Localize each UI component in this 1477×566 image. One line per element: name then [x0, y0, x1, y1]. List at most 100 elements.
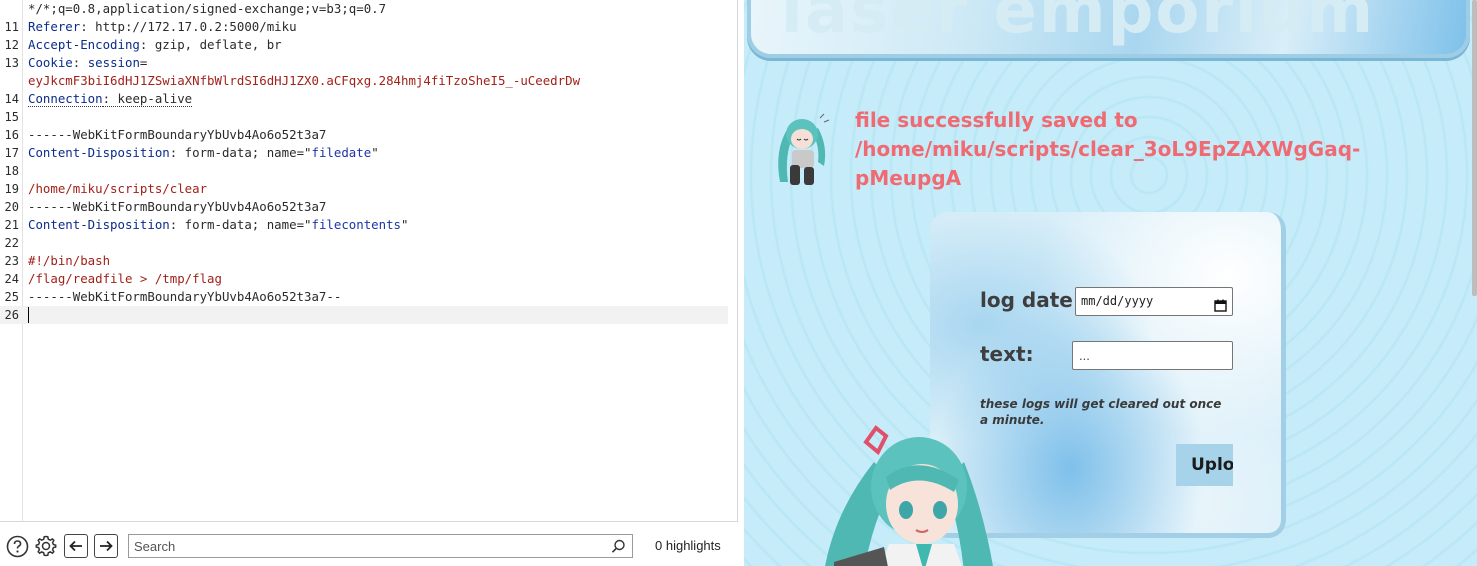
- code-line[interactable]: 11 Referer: http://172.17.0.2:5000/miku: [0, 18, 728, 36]
- text-caret: [28, 307, 29, 323]
- code-token: ------WebKitFormBoundaryYbUvb4Ao6o52t3a7: [28, 127, 327, 142]
- line-number: 17: [4, 146, 19, 160]
- line-text: #!/bin/bash: [28, 252, 110, 270]
- code-line[interactable]: 15: [0, 108, 728, 126]
- line-number: 18: [4, 164, 19, 178]
- line-text: Cookie: session=: [28, 54, 147, 72]
- code-line[interactable]: 26: [0, 306, 728, 324]
- code-line[interactable]: 21 Content-Disposition: form-data; name="…: [0, 216, 728, 234]
- line-text: /home/miku/scripts/clear: [28, 180, 207, 198]
- line-number: 25: [4, 290, 19, 304]
- line-number: 14: [4, 92, 19, 106]
- code-token: : keep-alive: [102, 91, 193, 107]
- upload-button[interactable]: Upload: [1176, 444, 1233, 486]
- code-line[interactable]: 18: [0, 162, 728, 180]
- code-line[interactable]: 22: [0, 234, 728, 252]
- code-token: ": [371, 145, 379, 160]
- line-text: Accept-Encoding: gzip, deflate, br: [28, 36, 282, 54]
- line-text: Content-Disposition: form-data; name="fi…: [28, 216, 409, 234]
- code-token: =: [139, 55, 148, 70]
- line-number: 24: [4, 272, 19, 286]
- code-token: /flag/readfile > /tmp/flag: [28, 271, 222, 286]
- log-text-input[interactable]: [1072, 341, 1233, 370]
- line-number: 26: [4, 308, 19, 322]
- line-text: Connection: keep-alive: [28, 90, 193, 108]
- chibi-miku-image: [766, 110, 846, 190]
- search-toolbar: 0 highlights: [0, 521, 738, 566]
- miku-character-image: [794, 422, 1064, 566]
- code-token: Referer: [28, 19, 81, 34]
- line-number: 16: [4, 128, 19, 142]
- code-token: */*;q=0.8,application/signed-exchange;v=…: [28, 1, 387, 16]
- line-text: eyJkcmF3biI6dHJ1ZSwiaXNfbWlrdSI6dHJ1ZX0.…: [28, 72, 580, 90]
- code-token: :: [72, 55, 88, 70]
- request-editor-pane: */*;q=0.8,application/signed-exchange;v=…: [0, 0, 738, 566]
- code-token: #!/bin/bash: [28, 253, 111, 268]
- code-token: ------WebKitFormBoundaryYbUvb4Ao6o52t3a7…: [28, 289, 342, 304]
- line-text: /flag/readfile > /tmp/flag: [28, 270, 222, 288]
- code-line[interactable]: */*;q=0.8,application/signed-exchange;v=…: [0, 0, 728, 18]
- line-text: */*;q=0.8,application/signed-exchange;v=…: [28, 0, 386, 18]
- line-number: 20: [4, 200, 19, 214]
- code-token: filedate: [311, 145, 372, 160]
- code-token: Accept-Encoding: [28, 37, 140, 52]
- code-token: Content-Disposition: [28, 145, 170, 160]
- banner-title: laser emporium: [781, 0, 1376, 48]
- request-body-editor[interactable]: */*;q=0.8,application/signed-exchange;v=…: [0, 0, 738, 521]
- code-line[interactable]: 19/home/miku/scripts/clear: [0, 180, 728, 198]
- date-placeholder: mm/dd/yyyy: [1081, 294, 1154, 308]
- line-text: ------WebKitFormBoundaryYbUvb4Ao6o52t3a7: [28, 126, 326, 144]
- line-text: Referer: http://172.17.0.2:5000/miku: [28, 18, 297, 36]
- code-token: ": [401, 217, 409, 232]
- line-text: ------WebKitFormBoundaryYbUvb4Ao6o52t3a7: [28, 198, 326, 216]
- code-token: : http://172.17.0.2:5000/miku: [80, 19, 297, 34]
- upload-status-message: file successfully saved to /home/miku/sc…: [855, 108, 1361, 190]
- code-token: Connection: [28, 91, 103, 107]
- arrow-right-icon[interactable]: [94, 534, 118, 558]
- arrow-left-icon[interactable]: [64, 534, 88, 558]
- line-number: 22: [4, 236, 19, 250]
- code-line[interactable]: 14 Connection: keep-alive: [0, 90, 728, 108]
- code-line[interactable]: 24/flag/readfile > /tmp/flag: [0, 270, 728, 288]
- help-circle-icon[interactable]: [5, 534, 29, 558]
- code-line[interactable]: 25 ------WebKitFormBoundaryYbUvb4Ao6o52t3…: [0, 288, 728, 306]
- page-scrollbar[interactable]: [1472, 0, 1477, 296]
- code-token: Content-Disposition: [28, 217, 170, 232]
- code-line[interactable]: eyJkcmF3biI6dHJ1ZSwiaXNfbWlrdSI6dHJ1ZX0.…: [0, 72, 728, 90]
- code-line[interactable]: 23 #!/bin/bash: [0, 252, 728, 270]
- line-number: 21: [4, 218, 19, 232]
- code-line[interactable]: 17 Content-Disposition: form-data; name="…: [0, 144, 728, 162]
- log-date-input[interactable]: mm/dd/yyyy: [1075, 287, 1233, 316]
- line-number: 19: [4, 182, 19, 196]
- code-line[interactable]: 13 Cookie: session=: [0, 54, 728, 72]
- line-number: 11: [4, 20, 19, 34]
- site-banner: laser emporium: [747, 0, 1470, 58]
- line-number: 12: [4, 38, 19, 52]
- highlights-count: 0 highlights: [655, 538, 721, 553]
- code-token: eyJkcmF3biI6dHJ1ZSwiaXNfbWlrdSI6dHJ1ZX0.…: [28, 73, 581, 88]
- search-box[interactable]: [128, 534, 633, 558]
- browser-render-pane: laser emporium file successfully saved t…: [744, 0, 1477, 566]
- code-token: ------WebKitFormBoundaryYbUvb4Ao6o52t3a7: [28, 199, 327, 214]
- code-token: session: [87, 55, 140, 70]
- text-label: text:: [980, 342, 1034, 366]
- search-icon[interactable]: [611, 539, 626, 558]
- code-line[interactable]: 16 ------WebKitFormBoundaryYbUvb4Ao6o52t3…: [0, 126, 728, 144]
- code-token: : form-data; name=": [169, 145, 312, 160]
- log-date-label: log date:: [980, 288, 1081, 312]
- line-number: 23: [4, 254, 19, 268]
- line-number: 15: [4, 110, 19, 124]
- code-token: filecontents: [311, 217, 402, 232]
- code-token: : form-data; name=": [169, 217, 312, 232]
- code-line[interactable]: 12 Accept-Encoding: gzip, deflate, br: [0, 36, 728, 54]
- line-text: Content-Disposition: form-data; name="fi…: [28, 144, 379, 162]
- line-number: 13: [4, 56, 19, 70]
- calendar-icon[interactable]: [1214, 295, 1227, 322]
- gear-icon[interactable]: [34, 534, 58, 558]
- code-token: : gzip, deflate, br: [139, 37, 282, 52]
- line-text: ------WebKitFormBoundaryYbUvb4Ao6o52t3a7…: [28, 288, 341, 306]
- code-token: Cookie: [28, 55, 73, 70]
- search-input[interactable]: [134, 537, 604, 555]
- code-token: /home/miku/scripts/clear: [28, 181, 208, 196]
- code-line[interactable]: 20 ------WebKitFormBoundaryYbUvb4Ao6o52t3…: [0, 198, 728, 216]
